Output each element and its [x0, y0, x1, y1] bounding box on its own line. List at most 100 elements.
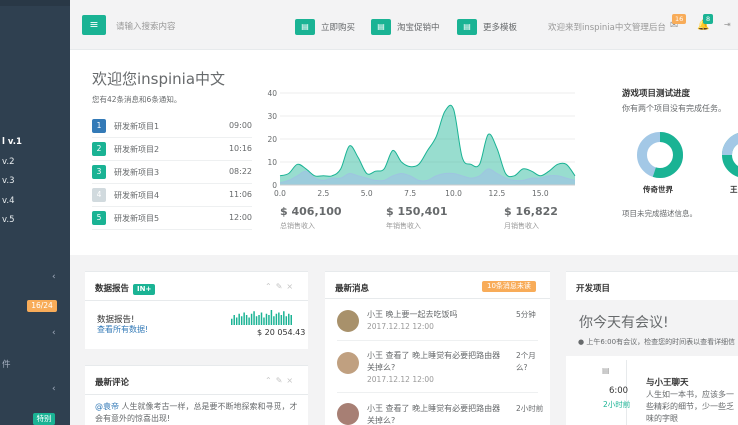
sparkline-bar [283, 311, 285, 325]
sparkline-bar [255, 316, 258, 325]
stat-total-sales: $ 406,100 总销售收入 [280, 205, 342, 231]
progress-title: 游戏项目测试进度 [622, 89, 691, 99]
box-tools[interactable]: ⌃✎× [265, 376, 297, 385]
avatar[interactable] [337, 403, 359, 425]
progress-donut-2 [722, 133, 738, 177]
more-templates-button[interactable]: ▤ 更多模板 [457, 19, 517, 35]
buy-button[interactable]: ▤ 立即购买 [295, 19, 356, 35]
project-row[interactable]: 3 研发新项目3 08:22 [92, 161, 252, 184]
wrench-icon[interactable]: ✎ [276, 376, 287, 385]
wrench-icon[interactable]: ✎ [276, 282, 287, 291]
y-tick-label: 40 [267, 89, 277, 98]
data-report-box: 数据报告 IN+ ⌃✎× 数据报告! 查看所有数据! $ 20 054.43 [85, 271, 308, 349]
sidebar-item-char[interactable]: 件 [2, 358, 11, 370]
mail-count-badge: 16 [672, 14, 687, 24]
collapse-icon[interactable]: ⌃ [265, 282, 276, 291]
y-tick-label: 30 [267, 112, 277, 121]
sparkline-bar [290, 315, 292, 325]
progress-donut-1 [637, 132, 683, 178]
sidebar-item-v3[interactable]: v.3 [2, 176, 14, 186]
message-text: 小王 晚上要一起去吃饭吗 [367, 310, 458, 319]
project-number-badge: 3 [92, 165, 106, 179]
dev-project-box: 开发项目 你今天有会议! ● 上午6:00有会议，检查您的时间表以查看详细信 ▤… [566, 271, 738, 425]
project-row[interactable]: 5 研发新项目5 12:00 [92, 207, 252, 230]
comment-user-link[interactable]: @袁帝 [95, 402, 119, 411]
project-time: 11:06 [228, 190, 252, 199]
box-title: 数据报告 IN+ [95, 282, 156, 295]
event-ago: 2小时前 [603, 400, 631, 409]
message-ago: 5分钟 [516, 310, 536, 319]
stat-label: 年销售收入 [386, 222, 421, 230]
x-tick-label: 10.0 [445, 189, 462, 198]
sparkline-bar [248, 317, 250, 325]
sparkline-bar [250, 313, 253, 325]
buy-button-label: 立即购买 [321, 23, 356, 33]
project-row[interactable]: 4 研发新项目4 11:06 [92, 184, 252, 207]
divider [85, 394, 308, 395]
welcome-text: 欢迎来到inspinia中文管理后台 [548, 23, 666, 33]
sparkline-chart [231, 310, 292, 325]
sparkline-bar [285, 316, 288, 325]
search-input[interactable]: 请输入搜索内容 [116, 20, 176, 32]
y-tick-label: 10 [267, 158, 277, 167]
top-navbar: ≡ 请输入搜索内容 ▤ 立即购买 ▤ 淘宝促销中 ▤ 更多模板 欢迎来到insp… [70, 0, 738, 50]
close-icon[interactable]: × [286, 376, 297, 385]
sidebar-item-v4[interactable]: v.4 [2, 196, 14, 206]
project-name: 研发新项目4 [114, 191, 160, 200]
project-number-badge: 5 [92, 211, 106, 225]
sales-area-chart: 0 10 20 30 40 0.0 2.5 5.0 7.5 10.0 12.5 15.0 [265, 85, 585, 205]
chevron-left-icon[interactable]: ‹ [52, 384, 56, 394]
event-body: 人生如一本书，应该多一些精彩的细节，少一些乏味的字眼 [646, 390, 734, 423]
menu-toggle-button[interactable]: ≡ [82, 15, 106, 35]
message-text: 小王 查看了 晚上睡觉有必要把路由器关掉么? [367, 351, 501, 372]
sparkline-bar [280, 315, 283, 325]
stat-value: $ 150,401 [386, 205, 448, 218]
project-time: 09:00 [228, 121, 252, 130]
unread-messages-badge: 10条消息未读 [482, 281, 536, 292]
box-tools[interactable]: ⌃✎× [265, 282, 297, 291]
welcome-panel: 欢迎您inspinia中文 您有42条消息和6条通知。 1 研发新项目1 09:00… [70, 50, 738, 255]
bell-count-badge: 8 [703, 14, 714, 24]
sidebar-item-v5[interactable]: v.5 [2, 215, 14, 225]
sparkline-bar [260, 312, 263, 325]
sidebar-item-v1[interactable]: l v.1 [2, 137, 22, 147]
message-text: 小王 查看了 晚上睡觉有必要把路由器关掉么? [367, 404, 501, 425]
avatar[interactable] [337, 352, 359, 374]
area-series-1 [280, 105, 575, 185]
stat-value: $ 16,822 [504, 205, 558, 218]
chevron-left-icon[interactable]: ‹ [52, 328, 56, 338]
comment-body: 人生就像考古一样，总是要不断地探索和寻觅，才会有意外的惊喜出现! [95, 402, 298, 423]
sparkline-bar [231, 318, 233, 325]
divider [325, 298, 550, 299]
view-all-data-link[interactable]: 查看所有数据! [97, 324, 148, 335]
cart-icon: ▤ [295, 19, 315, 35]
project-time: 08:22 [228, 167, 252, 176]
sparkline-bar [253, 311, 255, 325]
stat-label: 总销售收入 [280, 222, 315, 230]
comments-title: 最新评论 [95, 378, 130, 388]
collapse-icon[interactable]: ⌃ [265, 376, 276, 385]
logout-icon[interactable]: ⇥ [724, 20, 731, 29]
sidebar-badge-green: 特别 [33, 413, 55, 425]
project-name: 研发新项目2 [114, 145, 160, 154]
in-badge: IN+ [133, 284, 156, 295]
project-row[interactable]: 2 研发新项目2 10:16 [92, 138, 252, 161]
project-number-badge: 4 [92, 188, 106, 202]
sparkline-bar [233, 315, 235, 325]
stat-value: $ 406,100 [280, 205, 342, 218]
sidebar-item-v2[interactable]: v.2 [2, 157, 14, 167]
taobao-button[interactable]: ▤ 淘宝促销中 [371, 19, 440, 35]
x-tick-label: 7.5 [404, 189, 416, 198]
sparkline-bar [288, 313, 290, 325]
divider [85, 300, 308, 301]
notification-summary: 您有42条消息和6条通知。 [92, 95, 182, 104]
avatar[interactable] [337, 310, 359, 332]
chevron-left-icon[interactable]: ‹ [52, 272, 56, 282]
project-row[interactable]: 1 研发新项目1 09:00 [92, 115, 252, 138]
close-icon[interactable]: × [286, 282, 297, 291]
briefcase-icon: ▤ [602, 366, 610, 375]
meeting-subtitle-text: 上午6:00有会议，检查您的时间表以查看详细信 [586, 338, 736, 346]
message-ago: 2小时前 [516, 404, 544, 413]
comment-text: @袁帝 人生就像考古一样，总是要不断地探索和寻觅，才会有意外的惊喜出现! [95, 401, 300, 425]
project-name: 研发新项目5 [114, 214, 160, 223]
